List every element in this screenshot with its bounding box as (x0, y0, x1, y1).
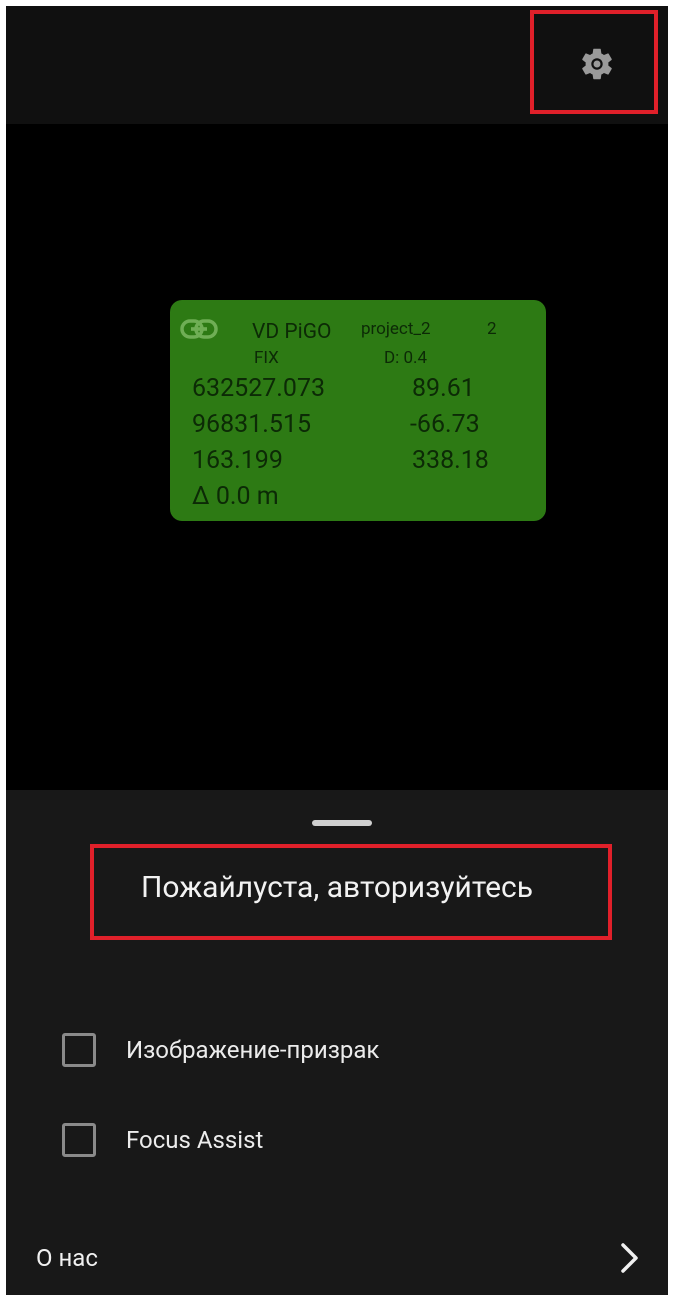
value-2: -66.73 (410, 410, 480, 439)
camera-view: VD PiGO project_2 2 FIX D: 0.4 632527.07… (6, 124, 668, 790)
distance-value: D: 0.4 (384, 348, 428, 368)
focus-assist-checkbox[interactable] (62, 1123, 96, 1157)
top-bar (6, 6, 668, 124)
fix-status: FIX (254, 348, 279, 368)
device-name: VD PiGO (252, 320, 332, 344)
settings-button[interactable] (554, 36, 640, 92)
sheet-drag-handle[interactable] (312, 820, 372, 826)
gear-icon (582, 48, 612, 80)
focus-assist-label: Focus Assist (126, 1126, 264, 1154)
bottom-sheet: Пожайлуста, авторизуйтесь Изображение-пр… (6, 790, 668, 1295)
delta-value: Δ 0.0 m (192, 482, 279, 511)
height-value: 163.199 (192, 446, 283, 475)
app-screen: VD PiGO project_2 2 FIX D: 0.4 632527.07… (6, 6, 668, 1295)
ghost-image-label: Изображение-призрак (126, 1036, 380, 1064)
gnss-status-card: VD PiGO project_2 2 FIX D: 0.4 632527.07… (170, 300, 546, 521)
about-label: О нас (36, 1244, 98, 1272)
ghost-image-checkbox[interactable] (62, 1033, 96, 1067)
ghost-image-option[interactable]: Изображение-призрак (62, 1030, 379, 1070)
chevron-right-icon (621, 1243, 638, 1273)
easting-value: 632527.073 (192, 374, 326, 403)
link-icon (180, 319, 218, 339)
northing-value: 96831.515 (192, 410, 311, 439)
about-row[interactable]: О нас (6, 1230, 668, 1286)
focus-assist-option[interactable]: Focus Assist (62, 1120, 263, 1160)
satellite-count: 2 (487, 319, 497, 339)
value-3: 338.18 (412, 446, 489, 475)
auth-message[interactable]: Пожайлуста, авторизуйтесь (6, 870, 668, 905)
value-1: 89.61 (412, 374, 475, 403)
project-name: project_2 (361, 319, 431, 339)
